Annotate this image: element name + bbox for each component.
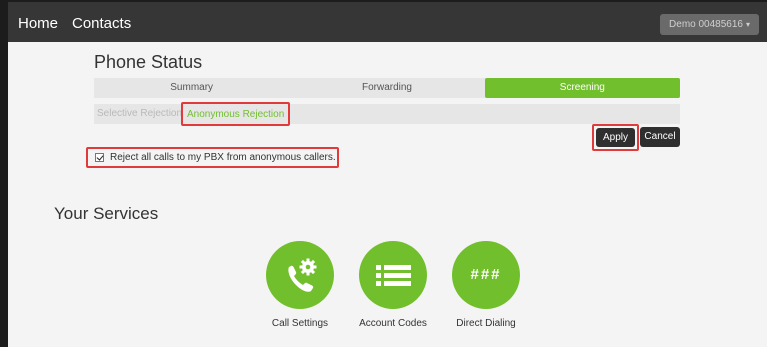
- nav-contacts-link[interactable]: Contacts: [72, 15, 131, 32]
- screening-subtabs: Selective Rejection Anonymous Rejection: [94, 102, 680, 126]
- tab-forwarding[interactable]: Forwarding: [289, 78, 484, 98]
- phone-status-tabs: Summary Forwarding Screening: [94, 78, 680, 98]
- phone-status-title: Phone Status: [94, 52, 203, 72]
- tab-screening[interactable]: Screening: [484, 78, 680, 98]
- apply-button[interactable]: Apply: [592, 124, 639, 151]
- reject-anonymous-option: Reject all calls to my PBX from anonymou…: [86, 147, 339, 168]
- subtab-anonymous-rejection[interactable]: Anonymous Rejection: [181, 102, 291, 126]
- account-codes-circle[interactable]: [359, 241, 427, 309]
- call-settings-label: Call Settings: [271, 318, 329, 329]
- top-navbar: Home Contacts Demo 00485616 ▾: [8, 0, 767, 42]
- reject-anonymous-checkbox[interactable]: [95, 153, 104, 162]
- subtab-selective-rejection[interactable]: Selective Rejection: [97, 104, 182, 124]
- account-label: Demo 00485616: [669, 19, 743, 30]
- call-settings-circle[interactable]: [266, 241, 334, 309]
- apply-button-label: Apply: [596, 128, 635, 147]
- hash-icon: ###: [470, 266, 502, 283]
- nav-home-link[interactable]: Home: [18, 15, 58, 32]
- caret-down-icon: ▾: [745, 20, 750, 29]
- tab-summary[interactable]: Summary: [94, 78, 289, 98]
- account-dropdown[interactable]: Demo 00485616 ▾: [660, 14, 759, 35]
- service-direct-dialing[interactable]: ### Direct Dialing: [436, 241, 536, 329]
- direct-dialing-circle[interactable]: ###: [452, 241, 520, 309]
- service-call-settings[interactable]: Call Settings: [250, 241, 350, 329]
- direct-dialing-label: Direct Dialing: [456, 318, 516, 329]
- service-account-codes[interactable]: Account Codes: [343, 241, 443, 329]
- services-title: Your Services: [54, 204, 159, 223]
- cancel-button[interactable]: Cancel: [640, 127, 680, 147]
- reject-anonymous-label[interactable]: Reject all calls to my PBX from anonymou…: [110, 152, 336, 163]
- account-codes-label: Account Codes: [359, 318, 427, 329]
- phone-gear-icon: [288, 258, 317, 292]
- app-frame: Home Contacts Demo 00485616 ▾ Phone Statu…: [8, 0, 767, 347]
- list-icon: [376, 265, 411, 286]
